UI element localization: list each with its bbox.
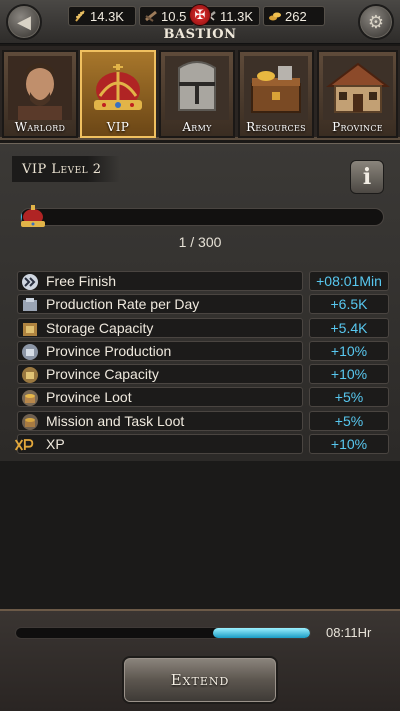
vip-level-title: VIP Level 2 [12, 156, 120, 182]
bonus-name: Free Finish [46, 273, 117, 289]
gold-icon [268, 9, 282, 23]
loot-icon [20, 389, 40, 407]
bonus-value: +10% [309, 340, 389, 361]
bonus-value: +10% [309, 364, 389, 385]
bonus-row: Storage Capacity +5.4K [17, 317, 389, 340]
tab-label: Warlord [14, 120, 66, 134]
vip-timer-text: 08:11Hr [326, 625, 372, 640]
tab-label: Army [182, 120, 212, 134]
bonus-name-cell: Province Production [17, 340, 303, 361]
tab-army[interactable]: Army [159, 50, 235, 138]
warlord-portrait-icon [8, 56, 72, 120]
bonus-row: Production Rate per Day +6.5K [17, 294, 389, 316]
resource-wheat-value: 14.3K [90, 8, 124, 24]
bonus-name: XP [46, 436, 65, 453]
bonus-name: Mission and Task Loot [46, 412, 185, 429]
vip-crown-icon [18, 204, 48, 230]
resource-gold[interactable]: 262 [263, 6, 325, 26]
bonus-name-cell: Free Finish [17, 271, 303, 291]
top-bar: ◀ 14.3K 10.5 11.3K 262 ✠ BASTION ⚙ [0, 0, 400, 44]
info-button[interactable]: i [350, 160, 384, 194]
empty-area [0, 461, 400, 611]
house-icon [323, 56, 393, 120]
bonus-row: Province Production +10% [17, 340, 389, 363]
bonus-name-cell: Province Capacity [17, 364, 303, 385]
vip-timer-bar [15, 627, 311, 639]
tab-label: Province [332, 120, 383, 134]
bonus-value: +5.4K [309, 317, 389, 338]
tab-vip[interactable]: VIP [80, 50, 156, 138]
faction-emblem-icon[interactable]: ✠ [189, 4, 211, 26]
info-icon: i [362, 164, 372, 190]
bonus-name-cell: XP [14, 434, 303, 455]
vip-progress-bar [20, 208, 384, 226]
resource-gold-value: 262 [285, 8, 307, 24]
tab-province[interactable]: Province [317, 50, 398, 138]
resource-stone-value: 11.3K [220, 8, 254, 24]
fast-forward-icon [20, 273, 40, 291]
wood-icon [144, 9, 158, 23]
bonus-name-cell: Province Loot [17, 387, 303, 408]
bonus-name: Production Rate per Day [46, 296, 200, 313]
bonus-row: Mission and Task Loot +5% [17, 410, 389, 433]
bonus-name: Province Production [46, 342, 172, 359]
bonus-name: Province Loot [46, 389, 132, 406]
vip-progress-text: 1 / 300 [178, 234, 222, 250]
chest-icon [244, 56, 308, 120]
mission-loot-icon [20, 413, 40, 431]
crown-icon [86, 56, 150, 118]
bonus-value: +08:01Min [309, 271, 389, 291]
wheat-icon [73, 9, 87, 23]
extend-button[interactable]: Extend [122, 656, 278, 704]
settings-button[interactable]: ⚙ [358, 4, 394, 40]
footer: 08:11Hr Extend [0, 609, 400, 711]
tab-label: VIP [106, 120, 130, 134]
bonus-row: Province Loot +5% [17, 387, 389, 409]
tab-resources[interactable]: Resources [238, 50, 314, 138]
vip-panel: VIP Level 2 i 1 / 300 Free Finish +08:01… [0, 143, 400, 461]
helmet-icon [165, 56, 229, 120]
resource-wheat[interactable]: 14.3K [68, 6, 136, 26]
resource-wood[interactable]: 10.5 [139, 6, 195, 26]
vip-timer-fill [212, 628, 310, 638]
bonus-name: Storage Capacity [46, 319, 154, 336]
production-icon [20, 296, 40, 314]
province-production-icon [20, 343, 40, 361]
bonus-name-cell: Production Rate per Day [17, 294, 303, 315]
resource-wood-value: 10.5 [161, 8, 187, 24]
vip-bonus-list: Free Finish +08:01Min Production Rate pe… [14, 271, 389, 457]
bonus-row: Free Finish +08:01Min [17, 271, 389, 293]
location-title: BASTION [163, 27, 237, 42]
extend-button-label: Extend [170, 671, 230, 689]
storage-icon [20, 320, 40, 338]
bonus-value: +6.5K [309, 294, 389, 315]
bonus-value: +5% [309, 410, 389, 431]
bonus-name-cell: Mission and Task Loot [17, 410, 303, 431]
bonus-row: XP +10% [14, 434, 389, 456]
bonus-value: +5% [309, 387, 389, 408]
xp-icon [14, 436, 34, 454]
bonus-name: Province Capacity [46, 366, 159, 383]
province-capacity-icon [20, 366, 40, 384]
tab-warlord[interactable]: Warlord [2, 50, 78, 138]
bonus-name-cell: Storage Capacity [17, 317, 303, 338]
tab-label: Resources [246, 120, 306, 134]
bonus-row: Province Capacity +10% [17, 364, 389, 386]
bonus-value: +10% [309, 434, 389, 455]
gear-icon: ⚙ [367, 11, 385, 32]
category-tabs: Warlord VIP Army Resources Province [0, 46, 400, 140]
